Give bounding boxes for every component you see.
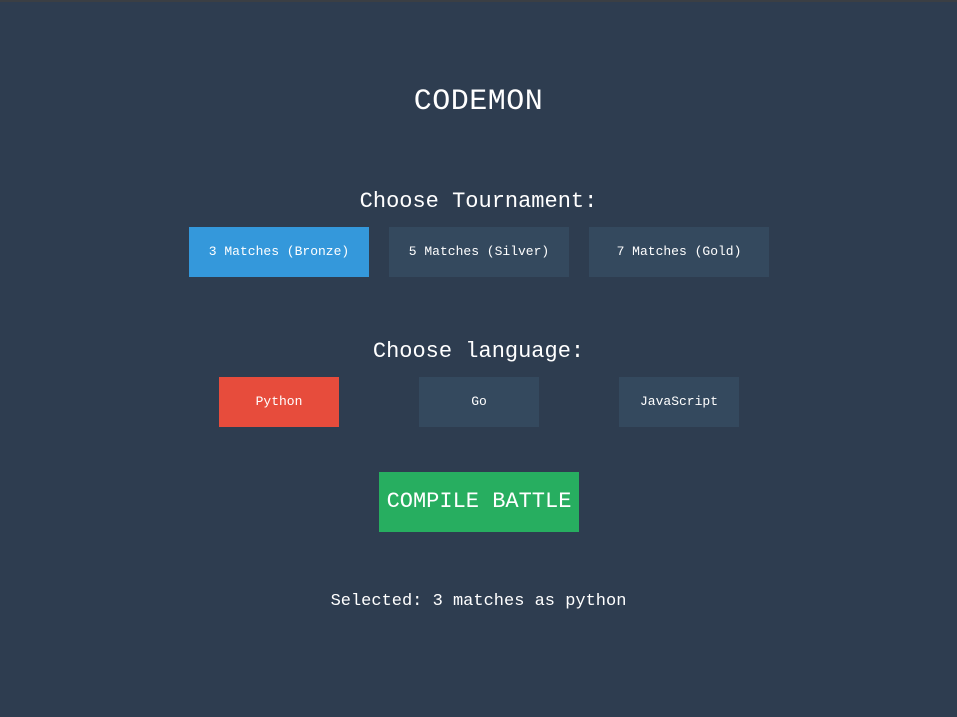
language-label: Choose language: — [372, 339, 585, 364]
language-javascript-button[interactable]: JavaScript — [619, 377, 739, 427]
window-top-border — [0, 0, 957, 2]
tournament-label: Choose Tournament: — [359, 189, 598, 214]
language-python-button[interactable]: Python — [219, 377, 339, 427]
tournament-gold-button[interactable]: 7 Matches (Gold) — [589, 227, 769, 277]
compile-battle-button[interactable]: COMPILE BATTLE — [379, 472, 579, 532]
tournament-silver-button[interactable]: 5 Matches (Silver) — [389, 227, 569, 277]
app-root: CODEMON Choose Tournament: 3 Matches (Br… — [0, 0, 957, 717]
tournament-bronze-button[interactable]: 3 Matches (Bronze) — [189, 227, 369, 277]
app-title: CODEMON — [413, 85, 544, 119]
selection-status: Selected: 3 matches as python — [330, 592, 627, 611]
language-go-button[interactable]: Go — [419, 377, 539, 427]
